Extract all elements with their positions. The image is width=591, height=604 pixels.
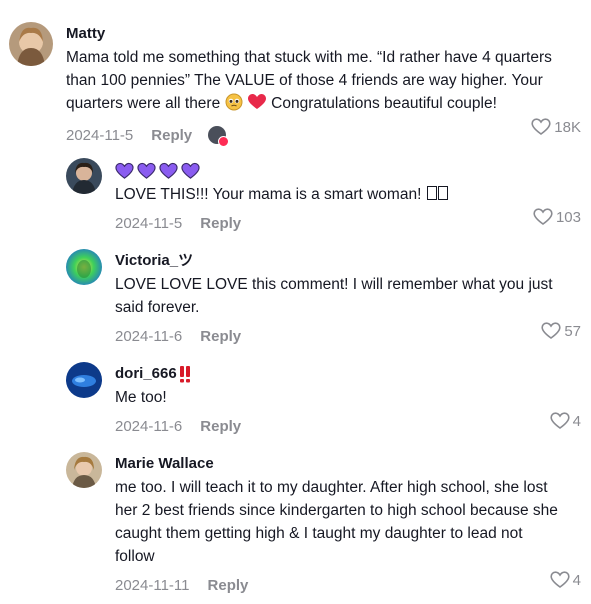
- avatar[interactable]: [66, 158, 102, 194]
- comment-meta: 2024-11-6 Reply: [115, 415, 581, 437]
- reply-button[interactable]: Reply: [208, 577, 249, 594]
- like-button[interactable]: 18K: [531, 118, 581, 136]
- comment-date: 2024-11-5: [66, 126, 134, 144]
- avatar[interactable]: [9, 22, 53, 66]
- like-count: 4: [572, 412, 581, 430]
- like-button[interactable]: 4: [550, 571, 581, 589]
- comment-body: LOVE THIS!!! Your mama is a smart woman!…: [115, 161, 581, 234]
- comment-text: LOVE THIS!!! Your mama is a smart woman!: [115, 183, 581, 206]
- comment-meta: 2024-11-5 Reply: [66, 124, 581, 147]
- unknown-glyph-icon: [437, 186, 448, 200]
- username[interactable]: dori_666: [115, 364, 581, 384]
- heart-outline-icon: [533, 208, 553, 225]
- unknown-glyph-icon: [426, 186, 437, 200]
- comment-meta: 2024-11-11 Reply: [115, 574, 581, 596]
- purple-heart-icon: [159, 162, 178, 179]
- comment-date: 2024-11-6: [115, 327, 183, 345]
- reply-button[interactable]: Reply: [200, 215, 241, 232]
- comment-body: dori_666 Me too! 2024-11-6 Reply: [115, 364, 581, 437]
- heart-outline-icon: [531, 118, 551, 135]
- reply-button[interactable]: Reply: [200, 418, 241, 435]
- purple-heart-icon: [181, 162, 200, 179]
- heart-outline-icon: [550, 571, 570, 588]
- comment-meta: 2024-11-5 Reply: [115, 212, 581, 234]
- comment-date: 2024-11-11: [115, 576, 190, 594]
- avatar[interactable]: [66, 452, 102, 488]
- like-button[interactable]: 4: [550, 412, 581, 430]
- avatar[interactable]: [66, 362, 102, 398]
- comment-date: 2024-11-6: [115, 417, 183, 435]
- username[interactable]: [115, 161, 581, 181]
- comment-body: Marie Wallace me too. I will teach it to…: [115, 454, 581, 596]
- comment-text: Me too!: [115, 389, 167, 406]
- heart-outline-icon: [541, 322, 561, 339]
- comment-text: LOVE LOVE LOVE this comment! I will reme…: [115, 276, 553, 316]
- comment-meta: 2024-11-6 Reply: [115, 325, 581, 347]
- red-heart-icon: [247, 93, 267, 118]
- purple-heart-icon: [137, 162, 156, 179]
- reply-button[interactable]: Reply: [200, 328, 241, 345]
- pleading-face-icon: [225, 93, 243, 118]
- purple-heart-icon: [115, 162, 134, 179]
- like-count: 4: [572, 571, 581, 589]
- username[interactable]: Matty: [66, 24, 581, 44]
- like-button[interactable]: 103: [533, 208, 581, 226]
- heart-outline-icon: [550, 412, 570, 429]
- avatar[interactable]: [66, 249, 102, 285]
- username[interactable]: Marie Wallace: [115, 454, 581, 474]
- comment-text: Mama told me something that stuck with m…: [66, 46, 581, 118]
- liked-badge-icon: [218, 136, 230, 147]
- creator-liked-avatar: [208, 126, 230, 147]
- like-count: 103: [555, 208, 581, 226]
- comment-body: Victoria_ツ LOVE LOVE LOVE this comment! …: [115, 251, 581, 347]
- double-exclamation-icon: [179, 366, 190, 383]
- comment-body: Matty Mama told me something that stuck …: [66, 24, 581, 147]
- comment-text: me too. I will teach it to my daughter. …: [115, 479, 558, 565]
- username[interactable]: Victoria_ツ: [115, 251, 581, 271]
- like-count: 18K: [554, 118, 581, 136]
- reply-button[interactable]: Reply: [151, 127, 192, 144]
- like-count: 57: [564, 322, 581, 340]
- comment-date: 2024-11-5: [115, 214, 183, 232]
- like-button[interactable]: 57: [541, 322, 581, 340]
